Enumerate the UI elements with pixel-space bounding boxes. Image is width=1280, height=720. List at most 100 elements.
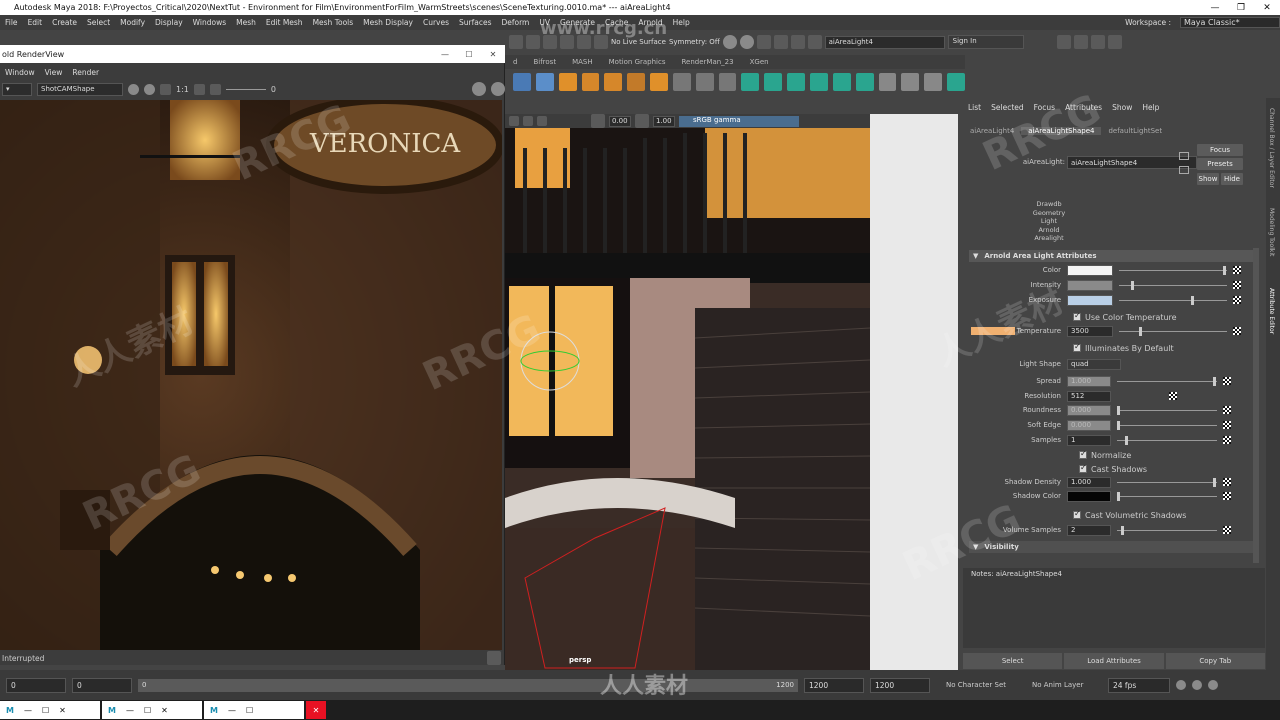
attribute-editor-icon[interactable] [1090,35,1105,49]
start-time-field[interactable]: 0 [6,677,66,693]
panel-layout-icon[interactable] [1056,35,1071,49]
task-maya-3[interactable]: M — ☐ [204,701,304,719]
resolution-map-icon[interactable] [1169,392,1177,400]
task-min-icon[interactable]: — [228,706,236,715]
samples-slider[interactable] [1117,435,1217,445]
roundness-map-icon[interactable] [1223,406,1231,414]
roundness-field[interactable]: 0.000 [1067,404,1111,416]
shadow-density-slider[interactable] [1117,477,1217,487]
volume-samples-slider[interactable] [1117,525,1217,535]
bezier-icon[interactable] [695,73,714,91]
restore-icon[interactable]: ❐ [1228,3,1254,13]
spread-map-icon[interactable] [1223,377,1231,385]
menu-help[interactable]: Help [668,18,695,27]
select-button[interactable]: Select [963,653,1063,669]
outliner-icon[interactable] [1073,35,1088,49]
task-min-icon[interactable]: — [126,706,134,715]
range-slider[interactable]: 0 1200 [138,678,798,692]
shadow-color-slider[interactable] [1117,491,1217,501]
task-close-icon[interactable]: ✕ [161,706,168,715]
intensity-map-icon[interactable] [1233,281,1241,289]
arnold-render-icon[interactable] [790,35,805,49]
menu-display[interactable]: Display [150,18,188,27]
close-icon[interactable]: ✕ [481,50,505,59]
use-color-temp-checkbox[interactable] [1073,311,1081,321]
menu-uv[interactable]: UV [534,18,555,27]
exposure-slider[interactable] [225,88,266,90]
spread-slider[interactable] [1117,376,1217,386]
cone-icon[interactable] [604,73,623,91]
samples-map-icon[interactable] [1223,436,1231,444]
snap-curve-icon[interactable] [526,35,540,49]
viewport-gamma-value[interactable]: 1.00 [653,115,675,127]
presets-button[interactable]: Presets [1197,158,1243,170]
live-surface-icon[interactable] [594,35,608,49]
go-to-output-icon[interactable] [1179,166,1189,174]
rv-menu-window[interactable]: Window [0,68,40,77]
sign-in-button[interactable]: Sign In [947,35,1024,49]
task-maya-1[interactable]: M — ☐ ✕ [0,701,100,719]
ae-menu-selected[interactable]: Selected [986,103,1029,112]
exposure-map-icon[interactable] [1233,296,1241,304]
shelf-tool-icon[interactable] [535,73,554,91]
perspective-viewport[interactable] [505,128,870,670]
minimize-icon[interactable]: — [1202,3,1228,13]
roundness-slider[interactable] [1117,405,1217,415]
render-icon[interactable] [128,83,139,95]
soft-edge-field[interactable]: 0.000 [1067,419,1111,431]
hypershade-icon[interactable] [773,35,788,49]
temperature-slider[interactable] [1119,326,1227,336]
color-slider[interactable] [1119,265,1227,275]
spread-field[interactable]: 1.000 [1067,375,1111,387]
workspace-dropdown[interactable]: Maya Classic* [1180,17,1280,28]
samples-field[interactable]: 1 [1067,434,1111,446]
uv-editor-icon[interactable] [947,73,965,91]
cylinder-icon[interactable] [581,73,600,91]
settings-icon[interactable] [209,83,221,95]
task-maya-2[interactable]: M — ☐ ✕ [102,701,202,719]
shadow-color-map-icon[interactable] [1223,492,1231,500]
menu-windows[interactable]: Windows [188,18,231,27]
live-surface-label[interactable]: No Live Surface [611,38,666,46]
focus-button[interactable]: Focus [1197,144,1243,156]
shadow-density-field[interactable]: 1.000 [1067,476,1111,488]
intensity-slider[interactable] [1119,280,1227,290]
multi-cut-icon[interactable] [878,73,897,91]
menu-edit[interactable]: Edit [23,18,48,27]
visibility-section[interactable]: ▼ Visibility [969,541,1259,553]
task-min-icon[interactable]: — [24,706,32,715]
rv-layer-dropdown[interactable]: ▾ [2,82,32,96]
menu-select[interactable]: Select [82,18,115,27]
snap-surface-icon[interactable] [577,35,591,49]
menu-surfaces[interactable]: Surfaces [454,18,496,27]
soft-edge-map-icon[interactable] [1223,421,1231,429]
exposure-ae-slider[interactable] [1119,295,1227,305]
target-weld-icon[interactable] [901,73,920,91]
menu-file[interactable]: File [0,18,23,27]
combine-icon[interactable] [809,73,828,91]
volume-samples-field[interactable]: 2 [1067,524,1111,536]
normalize-checkbox[interactable] [1079,449,1087,459]
exposure-field[interactable] [1067,294,1113,306]
shadow-color-swatch[interactable] [1067,490,1111,502]
camera-icon[interactable] [509,116,519,126]
wireframe-icon[interactable] [537,116,547,126]
color-swatch[interactable] [1067,264,1113,276]
maximize-icon[interactable]: ☐ [457,50,481,59]
region-icon[interactable] [193,83,205,95]
audio-icon[interactable] [1192,680,1202,690]
tab-aiarealight4[interactable]: aiAreaLight4 [963,127,1021,135]
character-set-dropdown[interactable]: No Character Set [946,681,1026,689]
ae-menu-show[interactable]: Show [1107,103,1137,112]
snapshot-icon[interactable] [160,83,171,95]
extrude-icon[interactable] [741,73,760,91]
channel-box-icon[interactable] [1107,35,1122,49]
temperature-map-icon[interactable] [1233,327,1241,335]
render-settings-icon[interactable] [756,35,771,49]
task-close-button[interactable]: ✕ [306,701,326,719]
tab-defaultlightset[interactable]: defaultLightSet [1101,127,1169,135]
cube-icon[interactable] [558,73,577,91]
smooth-icon[interactable] [855,73,874,91]
arnold-area-light-section[interactable]: ▼ Arnold Area Light Attributes [969,250,1259,262]
camera-dropdown[interactable]: ShotCAMShape [37,82,123,96]
